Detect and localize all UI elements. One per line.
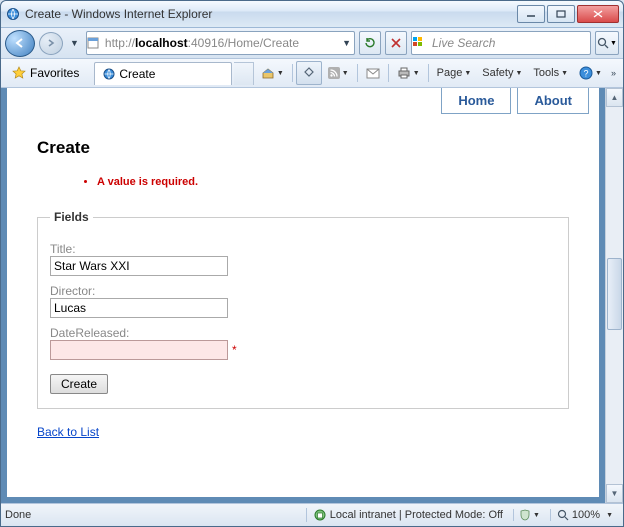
zoom-icon xyxy=(557,509,569,521)
content-area: Home About Create A value is required. F… xyxy=(1,88,623,503)
close-button[interactable] xyxy=(577,5,619,23)
tab-icon xyxy=(103,68,115,80)
fieldset-legend: Fields xyxy=(50,210,93,224)
page-body: Create A value is required. Fields Title… xyxy=(7,88,599,449)
page-heading: Create xyxy=(37,138,569,158)
window-buttons xyxy=(517,5,619,23)
favorites-label: Favorites xyxy=(30,66,79,80)
browser-window: Create - Windows Internet Explorer ▼ xyxy=(0,0,624,527)
director-input[interactable] xyxy=(50,298,228,318)
zone-icon xyxy=(313,508,327,522)
search-box[interactable]: Live Search xyxy=(411,31,591,55)
url-rest: :40916/Home/Create xyxy=(188,36,299,50)
new-tab-button[interactable] xyxy=(234,62,253,85)
refresh-button[interactable] xyxy=(359,31,381,55)
status-mode-dropdown[interactable]: ▼ xyxy=(513,509,546,521)
rss-button[interactable]: ▼ xyxy=(323,62,354,84)
status-zone-text: Local intranet | Protected Mode: Off xyxy=(330,509,503,521)
title-input[interactable] xyxy=(50,256,228,276)
search-button[interactable]: ▼ xyxy=(595,31,619,55)
date-released-input[interactable] xyxy=(50,340,228,360)
scroll-down-arrow[interactable]: ▼ xyxy=(606,484,623,503)
page-viewport: Home About Create A value is required. F… xyxy=(1,88,605,503)
shield-icon xyxy=(520,509,530,521)
nav-about[interactable]: About xyxy=(517,88,589,114)
nav-history-dropdown[interactable]: ▼ xyxy=(67,38,82,48)
window-title: Create - Windows Internet Explorer xyxy=(25,7,517,21)
status-bar: Done Local intranet | Protected Mode: Of… xyxy=(1,503,623,526)
back-to-list-link[interactable]: Back to List xyxy=(37,425,99,439)
address-dropdown[interactable]: ▼ xyxy=(339,38,354,48)
star-icon xyxy=(12,66,26,80)
svg-text:?: ? xyxy=(584,69,589,79)
nav-home[interactable]: Home xyxy=(441,88,511,114)
scroll-track[interactable] xyxy=(606,107,623,484)
search-provider-icon xyxy=(412,37,432,49)
read-mail-button[interactable] xyxy=(361,62,385,84)
page-content: Home About Create A value is required. F… xyxy=(7,88,599,497)
validation-summary: A value is required. xyxy=(43,176,569,188)
feeds-button[interactable] xyxy=(296,61,322,85)
browser-tab[interactable]: Create xyxy=(94,62,232,85)
required-asterisk: * xyxy=(232,343,237,357)
address-text: http://localhost:40916/Home/Create xyxy=(105,36,339,50)
back-button[interactable] xyxy=(5,30,35,57)
minimize-button[interactable] xyxy=(517,5,545,23)
ie-icon xyxy=(5,6,21,22)
page-icon xyxy=(87,37,105,49)
stop-button[interactable] xyxy=(385,31,407,55)
vertical-scrollbar[interactable]: ▲ ▼ xyxy=(605,88,623,503)
date-released-label: DateReleased: xyxy=(50,326,556,340)
page-menu[interactable]: Page▼ xyxy=(432,62,477,84)
scroll-thumb[interactable] xyxy=(607,258,622,330)
command-bar: Favorites Create ▼ ▼ xyxy=(1,59,623,88)
favorites-button[interactable]: Favorites xyxy=(5,63,86,83)
safety-menu[interactable]: Safety▼ xyxy=(477,62,527,84)
status-zone[interactable]: Local intranet | Protected Mode: Off xyxy=(306,508,509,522)
scroll-up-arrow[interactable]: ▲ xyxy=(606,88,623,107)
nav-toolbar: ▼ http://localhost:40916/Home/Create ▼ L… xyxy=(1,28,623,59)
url-prefix: http:// xyxy=(105,36,135,50)
validation-error-item: A value is required. xyxy=(97,176,569,188)
status-zoom[interactable]: 100% ▼ xyxy=(550,509,619,521)
help-button[interactable]: ?▼ xyxy=(574,62,607,84)
forward-button[interactable] xyxy=(39,32,63,55)
titlebar: Create - Windows Internet Explorer xyxy=(1,1,623,28)
home-button[interactable]: ▼ xyxy=(256,62,289,84)
tools-menu[interactable]: Tools▼ xyxy=(528,62,573,84)
print-button[interactable]: ▼ xyxy=(392,62,425,84)
title-label: Title: xyxy=(50,242,556,256)
fields-fieldset: Fields Title: Director: DateReleased: * … xyxy=(37,210,569,409)
create-button[interactable]: Create xyxy=(50,374,108,394)
url-host: localhost xyxy=(135,36,188,50)
maximize-button[interactable] xyxy=(547,5,575,23)
tab-title: Create xyxy=(119,67,155,81)
director-label: Director: xyxy=(50,284,556,298)
status-done: Done xyxy=(5,509,195,521)
status-zoom-text: 100% xyxy=(572,509,600,521)
chevron-expand-icon[interactable]: » xyxy=(608,68,619,78)
address-bar[interactable]: http://localhost:40916/Home/Create ▼ xyxy=(86,31,355,55)
search-placeholder: Live Search xyxy=(432,36,495,50)
command-buttons: ▼ ▼ ▼ Page▼ Safety▼ Tools▼ ?▼ xyxy=(256,61,619,85)
site-nav: Home About xyxy=(441,88,589,114)
